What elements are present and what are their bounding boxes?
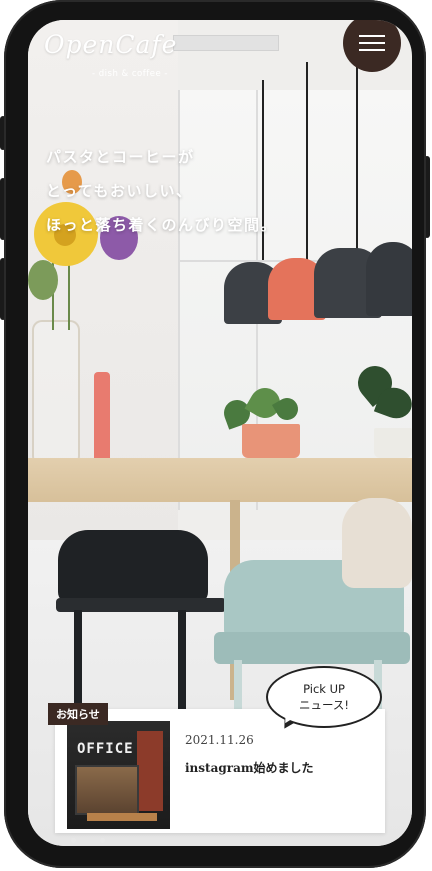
brand-logo-text: OpenCafe bbox=[44, 30, 178, 59]
thumb-sign-text: OFFICE bbox=[77, 741, 134, 757]
pendant-lamp-dark bbox=[366, 242, 412, 316]
hero-catchcopy: パスタとコーヒーが とってもおいしい、 ほっと落ち着くのんびり空間。 bbox=[46, 140, 277, 242]
flower-leaf bbox=[28, 260, 58, 300]
catchcopy-line: とってもおいしい、 bbox=[46, 182, 193, 200]
slider-dot[interactable] bbox=[42, 838, 47, 843]
ceiling-vent bbox=[173, 35, 279, 51]
news-card[interactable]: OFFICE お知らせ 2021.11.26 instagram始めました bbox=[48, 703, 385, 833]
lamp-cord bbox=[356, 60, 358, 250]
brand-tagline: - dish & coffee - bbox=[92, 69, 168, 79]
news-date: 2021.11.26 bbox=[185, 733, 254, 747]
plant-pot bbox=[242, 424, 300, 458]
plant-pot bbox=[374, 428, 412, 458]
news-thumbnail: OFFICE bbox=[67, 721, 170, 829]
flower-stem bbox=[68, 260, 70, 330]
white-chair bbox=[342, 498, 412, 588]
black-chair bbox=[58, 530, 208, 604]
news-category-badge: お知らせ bbox=[48, 703, 108, 725]
thumb-door bbox=[137, 731, 163, 811]
slider-dot[interactable] bbox=[71, 838, 76, 843]
phone-screen: OpenCafe - dish & coffee - パスタとコーヒーが とって… bbox=[28, 20, 412, 846]
menu-button[interactable] bbox=[343, 20, 401, 72]
thumb-bench bbox=[87, 813, 157, 821]
slider-dot[interactable] bbox=[100, 838, 105, 843]
pickup-line: Pick UP bbox=[303, 682, 345, 696]
hamburger-icon bbox=[359, 49, 385, 51]
brand-logo[interactable]: OpenCafe - dish & coffee - bbox=[44, 24, 176, 90]
catchcopy-line: ほっと落ち着くのんびり空間。 bbox=[46, 216, 278, 234]
wood-table bbox=[28, 458, 412, 502]
chair-leg bbox=[178, 610, 186, 720]
phone-frame: OpenCafe - dish & coffee - パスタとコーヒーが とって… bbox=[4, 0, 426, 868]
hamburger-icon bbox=[359, 35, 385, 37]
pickup-line: ニュース! bbox=[298, 698, 350, 712]
slider-dots[interactable] bbox=[42, 838, 105, 843]
news-title[interactable]: instagram始めました bbox=[185, 759, 314, 776]
hamburger-icon bbox=[359, 42, 385, 44]
flower-vase bbox=[32, 320, 80, 474]
thumb-window bbox=[75, 765, 139, 815]
lamp-cord bbox=[306, 62, 308, 262]
catchcopy-line: パスタとコーヒーが bbox=[46, 148, 195, 166]
